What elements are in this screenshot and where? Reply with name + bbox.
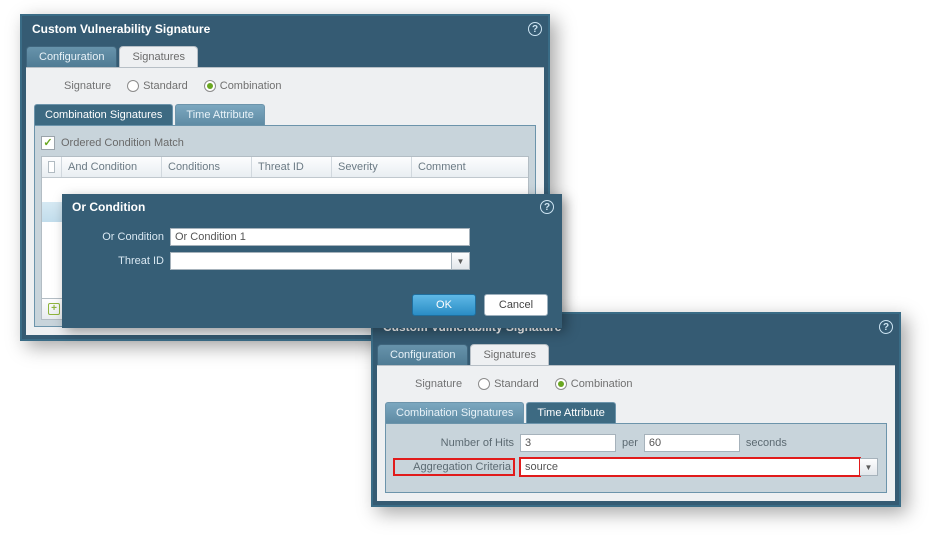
number-of-hits-input[interactable]: [520, 434, 616, 452]
per-label: per: [622, 437, 638, 449]
radio-standard-input[interactable]: [478, 378, 490, 390]
aggregation-criteria-input[interactable]: [520, 458, 860, 476]
aggregation-criteria-label: Aggregation Criteria: [394, 459, 514, 475]
subtab-combination-signatures[interactable]: Combination Signatures: [385, 402, 524, 423]
or-condition-dialog-title: Or Condition: [72, 200, 145, 214]
signature-label: Signature: [64, 80, 111, 92]
radio-combination[interactable]: Combination: [204, 80, 282, 92]
number-of-hits-label: Number of Hits: [394, 437, 514, 449]
time-attribute-panel: Number of Hits per seconds Aggregation C…: [385, 423, 887, 493]
col-severity[interactable]: Severity: [332, 157, 412, 177]
help-icon[interactable]: ?: [879, 320, 893, 334]
radio-combination-input[interactable]: [555, 378, 567, 390]
radio-combination-input[interactable]: [204, 80, 216, 92]
subtab-combination-signatures[interactable]: Combination Signatures: [34, 104, 173, 125]
subtab-time-attribute[interactable]: Time Attribute: [526, 402, 615, 423]
col-threat-id[interactable]: Threat ID: [252, 157, 332, 177]
help-icon[interactable]: ?: [528, 22, 542, 36]
tab-signatures[interactable]: Signatures: [119, 46, 198, 67]
col-comment[interactable]: Comment: [412, 157, 528, 177]
chevron-down-icon: ▼: [457, 257, 465, 266]
or-condition-dialog-header: Or Condition ?: [64, 196, 560, 218]
panel1-title: Custom Vulnerability Signature: [32, 22, 210, 36]
panel1-header: Custom Vulnerability Signature ?: [22, 16, 548, 42]
cancel-button[interactable]: Cancel: [484, 294, 548, 316]
tab-configuration[interactable]: Configuration: [26, 46, 117, 67]
col-conditions[interactable]: Conditions: [162, 157, 252, 177]
threat-id-dropdown-button[interactable]: ▼: [452, 252, 470, 270]
ok-button[interactable]: OK: [412, 294, 476, 316]
chevron-down-icon: ▼: [865, 463, 873, 472]
ordered-condition-label: Ordered Condition Match: [61, 137, 184, 149]
col-and-condition[interactable]: And Condition: [62, 157, 162, 177]
help-icon[interactable]: ?: [540, 200, 554, 214]
panel2-body: Signature Standard Combination Combinati…: [377, 365, 895, 501]
radio-standard[interactable]: Standard: [127, 80, 188, 92]
select-all-checkbox[interactable]: [48, 161, 55, 173]
subtab-time-attribute[interactable]: Time Attribute: [175, 104, 264, 125]
radio-combination[interactable]: Combination: [555, 378, 633, 390]
tab-signatures[interactable]: Signatures: [470, 344, 549, 365]
ordered-condition-checkbox[interactable]: ✓: [41, 136, 55, 150]
radio-standard-input[interactable]: [127, 80, 139, 92]
or-condition-input[interactable]: [170, 228, 470, 246]
aggregation-criteria-dropdown-button[interactable]: ▼: [860, 458, 878, 476]
tab-configuration[interactable]: Configuration: [377, 344, 468, 365]
or-condition-label: Or Condition: [74, 231, 164, 243]
plus-icon: +: [48, 303, 60, 315]
threat-id-label: Threat ID: [74, 255, 164, 267]
signature-label: Signature: [415, 378, 462, 390]
seconds-label: seconds: [746, 437, 787, 449]
threat-id-input[interactable]: [170, 252, 452, 270]
seconds-input[interactable]: [644, 434, 740, 452]
radio-standard[interactable]: Standard: [478, 378, 539, 390]
